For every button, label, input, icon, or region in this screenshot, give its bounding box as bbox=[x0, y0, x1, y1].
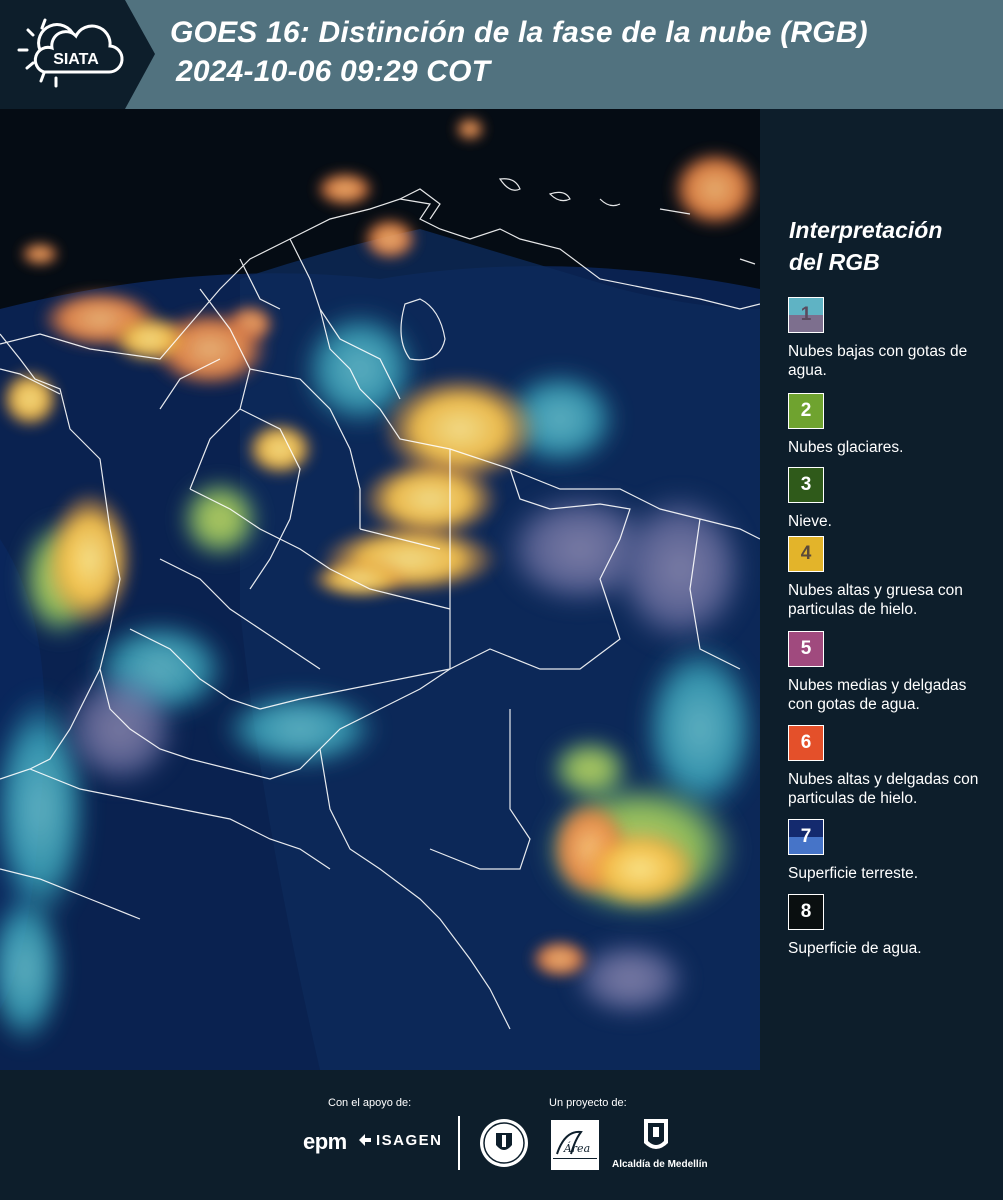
footer: Con el apoyo de: Un proyecto de: epm ISA… bbox=[0, 1070, 1003, 1200]
siata-logo: SIATA bbox=[0, 0, 155, 109]
alcaldia-label: Alcaldía de Medellín bbox=[612, 1159, 708, 1170]
legend-swatch-1: 1 bbox=[788, 297, 824, 333]
legend-swatch-4: 4 bbox=[788, 536, 824, 572]
header-bar: SIATA GOES 16: Distinción de la fase de … bbox=[0, 0, 1003, 109]
legend-item-3: 3 Nieve. bbox=[788, 467, 988, 531]
legend-number-2: 2 bbox=[800, 400, 812, 421]
support-label: Con el apoyo de: bbox=[328, 1097, 412, 1109]
project-label: Un proyecto de: bbox=[549, 1097, 627, 1109]
legend-number-7: 7 bbox=[800, 826, 812, 847]
satellite-map bbox=[0, 109, 760, 1070]
legend-description-1: Nubes bajas con gotas de agua. bbox=[788, 343, 968, 379]
amva-logo: Área bbox=[551, 1120, 599, 1170]
legend-number-1: 1 bbox=[800, 304, 812, 325]
legend-swatch-5: 5 bbox=[788, 631, 824, 667]
timestamp: 2024-10-06 09:29 COT bbox=[176, 55, 491, 88]
legend-item-8: 8 Superficie de agua. bbox=[788, 894, 988, 958]
legend-swatch-2: 2 bbox=[788, 393, 824, 429]
legend-swatch-8: 8 bbox=[788, 894, 824, 930]
legend-item-2: 2 Nubes glaciares. bbox=[788, 393, 988, 457]
siata-logo-text: SIATA bbox=[53, 51, 99, 68]
legend-swatch-7: 7 bbox=[788, 819, 824, 855]
legend-swatch-3: 3 bbox=[788, 467, 824, 503]
footer-divider bbox=[458, 1116, 460, 1170]
page-title: GOES 16: Distinción de la fase de la nub… bbox=[170, 16, 868, 49]
legend-number-5: 5 bbox=[800, 638, 812, 659]
epm-logo: epm bbox=[303, 1129, 347, 1154]
siata-logo-icon: SIATA bbox=[0, 0, 155, 109]
legend-item-4: 4 Nubes altas y gruesa con particulas de… bbox=[788, 536, 988, 619]
legend-description-7: Superficie terreste. bbox=[788, 865, 919, 882]
legend-number-4: 4 bbox=[800, 543, 812, 564]
legend-panel: Interpretación del RGB 1 Nubes bajas con… bbox=[760, 109, 1003, 1070]
legend-number-6: 6 bbox=[800, 732, 812, 753]
legend-item-1: 1 Nubes bajas con gotas de agua. bbox=[788, 297, 988, 380]
legend-description-4: Nubes altas y gruesa con particulas de h… bbox=[788, 582, 963, 618]
legend-item-7: 7 Superficie terreste. bbox=[788, 819, 988, 883]
medellin-seal-icon bbox=[480, 1119, 528, 1167]
satellite-rgb-image-icon bbox=[0, 109, 760, 1070]
legend-item-6: 6 Nubes altas y delgadas con particulas … bbox=[788, 725, 988, 808]
legend-number-3: 3 bbox=[800, 474, 812, 495]
isagen-logo: ISAGEN bbox=[376, 1132, 443, 1149]
amva-logo-icon: Área bbox=[553, 1130, 597, 1159]
legend-description-8: Superficie de agua. bbox=[788, 940, 922, 957]
legend-description-2: Nubes glaciares. bbox=[788, 439, 904, 456]
legend-description-3: Nieve. bbox=[788, 513, 832, 530]
legend-description-5: Nubes medias y delgadas con gotas de agu… bbox=[788, 677, 967, 713]
legend-number-8: 8 bbox=[800, 901, 812, 922]
legend-title: Interpretación bbox=[789, 217, 943, 243]
legend-subtitle: del RGB bbox=[789, 249, 880, 275]
legend-swatch-6: 6 bbox=[788, 725, 824, 761]
alcaldia-medellin-icon bbox=[644, 1119, 668, 1149]
legend-item-5: 5 Nubes medias y delgadas con gotas de a… bbox=[788, 631, 988, 714]
svg-text:Área: Área bbox=[563, 1141, 590, 1155]
legend-description-6: Nubes altas y delgadas con particulas de… bbox=[788, 771, 979, 807]
